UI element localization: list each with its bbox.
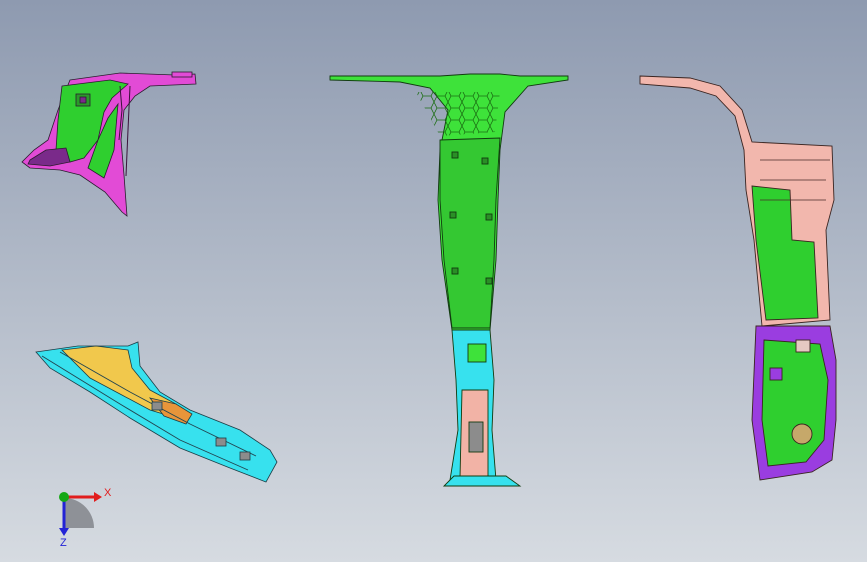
cad-viewport[interactable]: X Z [0, 0, 867, 562]
lower-left-clip-2 [215, 437, 227, 447]
center-bracket [467, 343, 487, 363]
z-axis-label: Z [60, 537, 67, 549]
center-green-inner [439, 137, 501, 329]
cad-scene[interactable]: X Z [0, 0, 867, 562]
right-hole [791, 423, 813, 445]
x-axis-label: X [104, 487, 112, 499]
right-green-lower [761, 339, 829, 467]
y-axis-dot [59, 492, 69, 502]
lower-left-clip-3 [239, 451, 251, 461]
upper-left-clip-inner [79, 96, 87, 104]
lower-left-clip-1 [151, 401, 163, 411]
right-bracket-2 [769, 367, 783, 381]
center-slot [468, 421, 484, 453]
right-bracket [795, 339, 811, 353]
upper-left-tab [171, 71, 193, 78]
center-foot [442, 475, 522, 487]
